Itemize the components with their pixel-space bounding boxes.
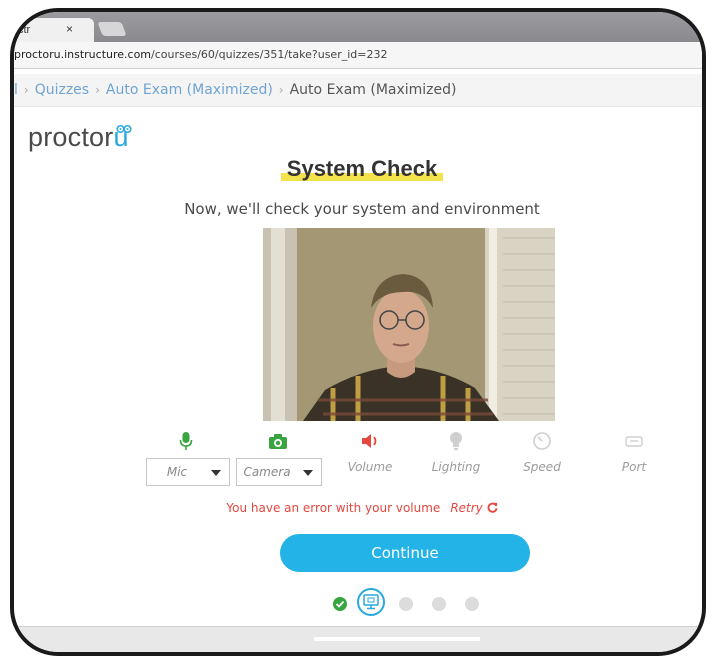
page-subtitle: Now, we'll check your system and environ… bbox=[184, 200, 540, 218]
chevron-down-icon bbox=[303, 470, 313, 476]
breadcrumb-trail: l › Quizzes › Auto Exam (Maximized) › Auto Exa… bbox=[14, 82, 457, 98]
check-volume: Volume bbox=[328, 430, 412, 476]
step-indicator bbox=[14, 588, 702, 620]
port-label: Port bbox=[621, 460, 647, 474]
check-speed: Speed bbox=[500, 430, 584, 476]
speaker-icon bbox=[362, 434, 377, 448]
mic-select[interactable]: Mic bbox=[146, 458, 230, 486]
owl-icon bbox=[116, 124, 132, 134]
refresh-icon bbox=[487, 502, 498, 513]
check-camera bbox=[236, 430, 320, 458]
page-title-text: System Check bbox=[280, 156, 444, 181]
url-path: /courses/60/quizzes/351/take?user_id=232 bbox=[151, 48, 388, 61]
breadcrumb-item-quizzes[interactable]: Quizzes bbox=[35, 82, 89, 98]
address-bar[interactable]: proctoru.instructure.com/courses/60/quiz… bbox=[14, 42, 702, 69]
check-mic bbox=[144, 430, 228, 458]
retry-label: Retry bbox=[450, 501, 483, 515]
breadcrumb-leading[interactable]: l bbox=[14, 82, 18, 98]
breadcrumb-separator: › bbox=[278, 83, 284, 97]
browser-frame: ctr × proctoru.instructure.com/courses/6… bbox=[10, 8, 706, 656]
port-icon bbox=[625, 436, 643, 447]
camera-icon bbox=[269, 434, 287, 449]
step-pending bbox=[399, 597, 413, 611]
browser-tab[interactable]: ctr × bbox=[14, 18, 94, 42]
step-pending bbox=[465, 597, 479, 611]
check-port: Port bbox=[592, 430, 676, 476]
tab-title: ctr bbox=[18, 24, 31, 36]
step-pending bbox=[432, 597, 446, 611]
continue-button[interactable]: Continue bbox=[280, 534, 530, 572]
speedometer-icon bbox=[533, 432, 551, 450]
camera-select-value: Camera bbox=[243, 465, 291, 479]
system-checks: Volume Lighting Speed Port bbox=[14, 430, 702, 490]
monitor-icon bbox=[363, 594, 379, 610]
error-message: You have an error with your volume bbox=[226, 501, 441, 515]
volume-label: Volume bbox=[347, 460, 393, 474]
proctoru-logo: proctoru bbox=[28, 122, 129, 153]
url-text: proctoru.instructure.com/courses/60/quiz… bbox=[14, 48, 387, 61]
volume-error: You have an error with your volume Retry bbox=[14, 501, 702, 515]
breadcrumb: l › Quizzes › Auto Exam (Maximized) › Auto Exa… bbox=[14, 74, 702, 107]
camera-select[interactable]: Camera bbox=[236, 458, 322, 486]
breadcrumb-item-exam[interactable]: Auto Exam (Maximized) bbox=[106, 82, 273, 98]
mic-select-value: Mic bbox=[166, 465, 188, 479]
speed-label: Speed bbox=[523, 460, 561, 474]
tab-bar: ctr × bbox=[14, 12, 702, 42]
microphone-icon bbox=[179, 432, 193, 450]
lighting-label: Lighting bbox=[431, 460, 481, 474]
step-complete-icon bbox=[333, 597, 347, 611]
step-current bbox=[357, 588, 385, 616]
url-host: proctoru.instructure.com bbox=[14, 48, 152, 61]
breadcrumb-separator: › bbox=[23, 83, 29, 97]
bottom-bar bbox=[14, 626, 702, 652]
webcam-preview bbox=[263, 228, 555, 421]
close-icon[interactable]: × bbox=[66, 22, 73, 36]
logo-text: proctor bbox=[28, 122, 114, 152]
retry-link[interactable]: Retry bbox=[450, 501, 498, 515]
home-indicator bbox=[314, 637, 480, 641]
check-lighting: Lighting bbox=[414, 430, 498, 476]
chevron-down-icon bbox=[211, 470, 221, 476]
webcam-image bbox=[263, 228, 555, 421]
breadcrumb-separator: › bbox=[95, 83, 100, 97]
new-tab-button[interactable] bbox=[97, 22, 127, 36]
page-title: System Check bbox=[14, 156, 702, 182]
breadcrumb-current: Auto Exam (Maximized) bbox=[289, 82, 457, 98]
lightbulb-icon bbox=[450, 432, 462, 450]
